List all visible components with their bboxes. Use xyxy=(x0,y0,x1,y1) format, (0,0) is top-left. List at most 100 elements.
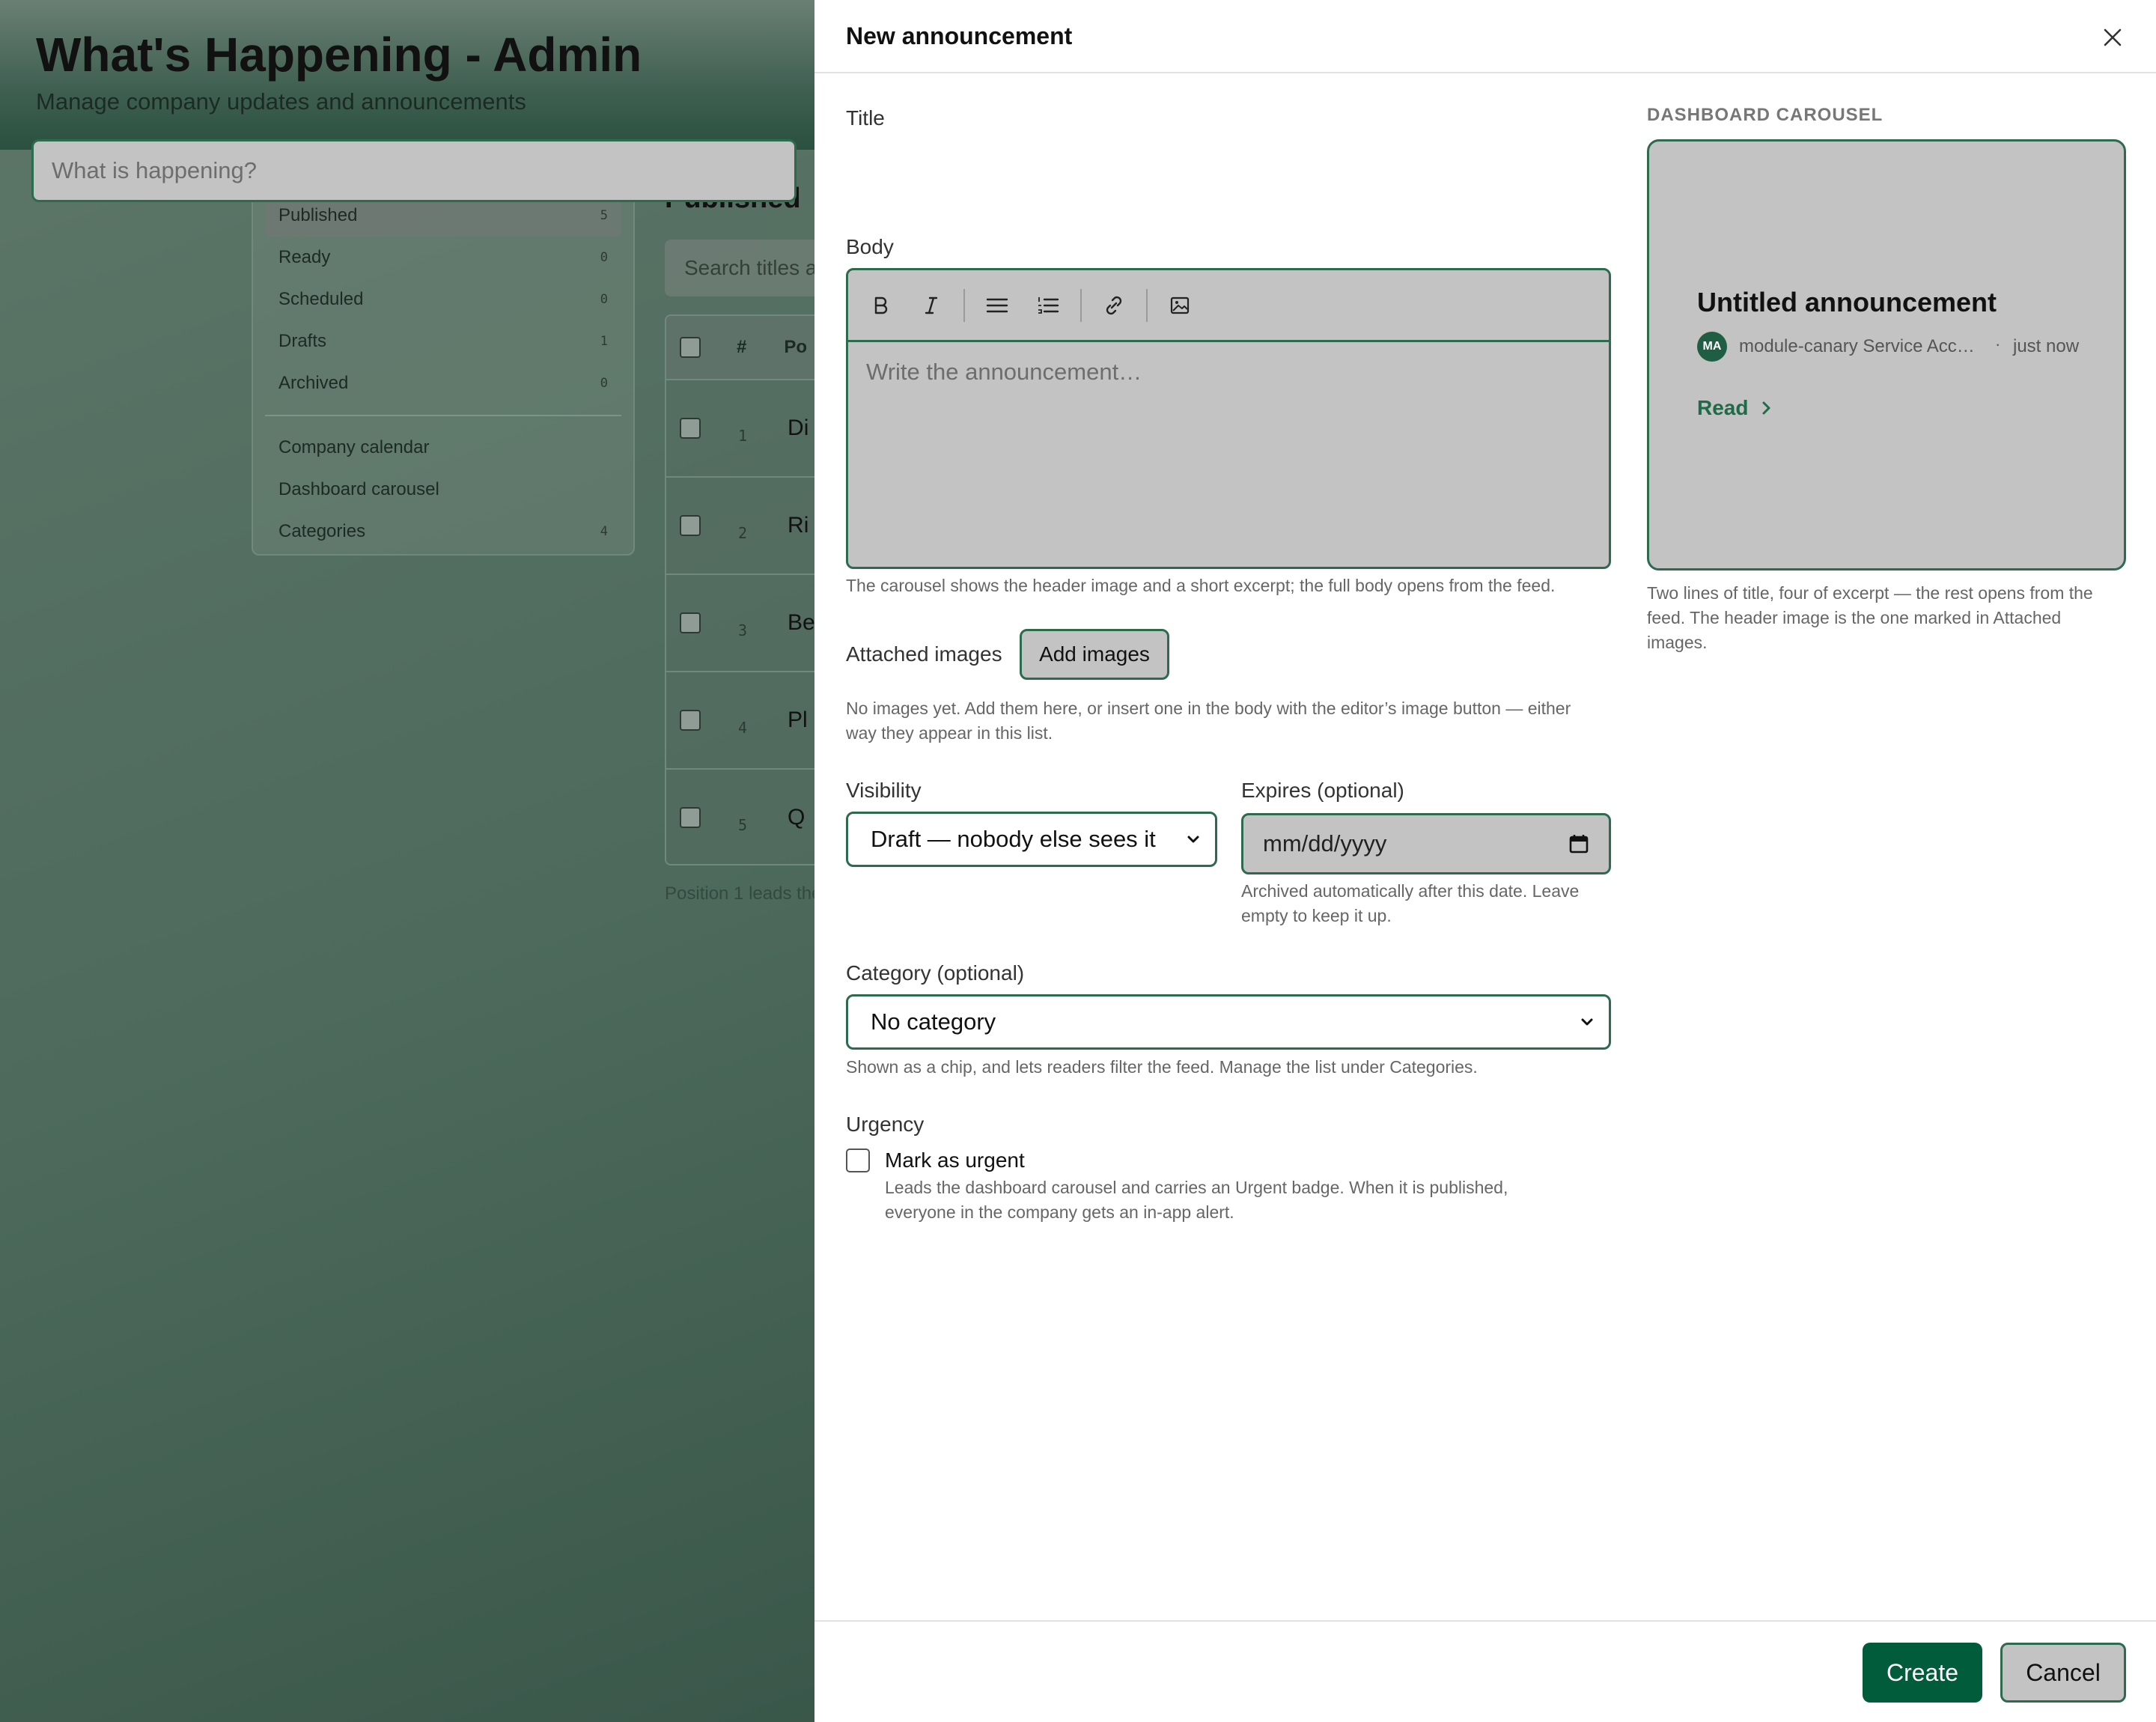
editor-toolbar xyxy=(848,270,1609,342)
row-title: Q xyxy=(788,805,806,830)
images-help-line: No images yet. Add them here, or insert … xyxy=(846,699,1571,718)
body-editor: Write the announcement… xyxy=(846,268,1611,569)
mark-urgent-label[interactable]: Mark as urgent xyxy=(885,1148,1025,1172)
sidebar-item-label: Archived xyxy=(278,373,349,393)
visibility-selected-value: Draft — nobody else sees it xyxy=(871,826,1156,852)
attached-images-label: Attached images xyxy=(846,642,1002,666)
category-help-text: Shown as a chip, and lets readers filter… xyxy=(846,1057,1478,1077)
expires-help-line: empty to keep it up. xyxy=(1241,906,1392,925)
dialog-title: New announcement xyxy=(846,22,1073,49)
insert-image-button[interactable] xyxy=(1161,287,1199,324)
row-title: Pl xyxy=(788,708,808,732)
link-button[interactable] xyxy=(1095,287,1133,324)
toolbar-divider xyxy=(963,288,965,322)
images-help-line: way they appear in this list. xyxy=(846,723,1053,743)
row-checkbox[interactable] xyxy=(680,515,701,536)
bold-button[interactable] xyxy=(862,287,899,324)
row-checkbox[interactable] xyxy=(680,418,701,439)
calendar-icon[interactable] xyxy=(1568,833,1589,854)
chevron-down-icon xyxy=(1581,1018,1593,1026)
numbered-list-button[interactable] xyxy=(1029,287,1067,324)
category-label: Category (optional) xyxy=(846,961,1025,985)
select-all-checkbox[interactable] xyxy=(680,337,701,358)
title-input[interactable] xyxy=(31,139,797,202)
carousel-preview-card: Untitled announcement MA module-canary S… xyxy=(1647,139,2126,571)
read-link-label: Read xyxy=(1697,396,1749,419)
body-label: Body xyxy=(846,235,894,258)
row-number: 4 xyxy=(738,719,748,737)
numbered-list-icon xyxy=(1038,296,1059,314)
sidebar-item-scheduled[interactable]: Scheduled 0 xyxy=(265,279,621,320)
preview-author: module-canary Service Acc… xyxy=(1739,336,1975,356)
editor-content[interactable]: Write the announcement… xyxy=(848,342,1609,402)
visibility-select[interactable]: Draft — nobody else sees it xyxy=(846,812,1217,867)
sidebar-item-drafts[interactable]: Drafts 1 xyxy=(265,320,621,362)
date-placeholder: mm/dd/yyyy xyxy=(1263,830,1387,857)
expires-label: Expires (optional) xyxy=(1241,779,1404,802)
close-icon xyxy=(2104,28,2122,46)
row-title: Ri xyxy=(788,513,809,538)
sidebar-item-categories[interactable]: Categories 4 xyxy=(265,511,621,553)
mark-urgent-checkbox[interactable] xyxy=(846,1148,870,1172)
read-link[interactable]: Read xyxy=(1697,396,1775,420)
create-button[interactable]: Create xyxy=(1863,1643,1982,1703)
sidebar-item-label: Categories xyxy=(278,521,366,541)
column-header-position: Po xyxy=(784,337,808,357)
row-checkbox[interactable] xyxy=(680,807,701,828)
preview-help-line: Two lines of title, four of excerpt — th… xyxy=(1647,583,2093,603)
sidebar-item-dashboard-carousel[interactable]: Dashboard carousel xyxy=(265,469,621,511)
bold-icon xyxy=(874,296,888,314)
avatar: MA xyxy=(1697,332,1727,362)
bullet-list-icon xyxy=(986,298,1008,312)
sidebar-item-company-calendar[interactable]: Company calendar xyxy=(265,427,621,469)
sidebar-divider xyxy=(265,415,621,416)
link-icon xyxy=(1106,296,1122,314)
sidebar-item-label: Dashboard carousel xyxy=(278,479,439,499)
row-number: 2 xyxy=(738,524,748,542)
visibility-label: Visibility xyxy=(846,779,922,802)
expires-date-input[interactable]: mm/dd/yyyy xyxy=(1241,813,1611,874)
row-number: 3 xyxy=(738,621,748,639)
preview-help-line: feed. The header image is the one marked… xyxy=(1647,608,2062,627)
row-number: 5 xyxy=(738,816,748,834)
urgent-help-line: Leads the dashboard carousel and carries… xyxy=(885,1178,1508,1197)
sidebar-item-label: Published xyxy=(278,205,358,225)
cancel-button[interactable]: Cancel xyxy=(2000,1643,2126,1703)
italic-icon xyxy=(925,296,938,314)
sidebar-item-label: Ready xyxy=(278,247,331,267)
dialog-header: New announcement xyxy=(814,0,2156,73)
category-select[interactable]: No category xyxy=(846,994,1611,1050)
sidebar-item-archived[interactable]: Archived 0 xyxy=(265,362,621,404)
sidebar-item-ready[interactable]: Ready 0 xyxy=(265,237,621,279)
sidebar: Published 5 Ready 0 Scheduled 0 Drafts 1… xyxy=(252,180,635,556)
preview-section-label: DASHBOARD CAROUSEL xyxy=(1647,105,1884,125)
expires-help-line: Archived automatically after this date. … xyxy=(1241,881,1580,901)
category-selected-value: No category xyxy=(871,1008,996,1035)
images-help-text: No images yet. Add them here, or insert … xyxy=(846,696,1571,746)
close-button[interactable] xyxy=(2096,21,2129,54)
sidebar-item-label: Company calendar xyxy=(278,437,430,457)
bullet-list-button[interactable] xyxy=(978,287,1016,324)
preview-help-line: images. xyxy=(1647,633,1708,652)
row-checkbox[interactable] xyxy=(680,612,701,633)
sidebar-item-count: 5 xyxy=(600,208,608,223)
row-checkbox[interactable] xyxy=(680,710,701,731)
sidebar-item-count: 0 xyxy=(600,250,608,265)
separator-dot: · xyxy=(1995,335,2001,353)
italic-button[interactable] xyxy=(913,287,950,324)
preview-title: Untitled announcement xyxy=(1697,287,1997,317)
row-title: Di xyxy=(788,416,809,440)
chevron-right-icon xyxy=(1762,401,1770,415)
urgent-help-line: everyone in the company gets an in-app a… xyxy=(885,1202,1234,1222)
image-icon xyxy=(1170,296,1190,314)
app-subtitle: Manage company updates and announcements xyxy=(36,88,526,115)
urgency-label: Urgency xyxy=(846,1113,925,1136)
add-images-button[interactable]: Add images xyxy=(1020,629,1169,680)
sidebar-item-count: 4 xyxy=(600,524,608,539)
toolbar-divider xyxy=(1080,288,1082,322)
sidebar-item-count: 1 xyxy=(600,334,608,349)
sidebar-item-count: 0 xyxy=(600,292,608,307)
body-help-text: The carousel shows the header image and … xyxy=(846,576,1556,595)
toolbar-divider xyxy=(1146,288,1148,322)
sidebar-item-count: 0 xyxy=(600,376,608,391)
